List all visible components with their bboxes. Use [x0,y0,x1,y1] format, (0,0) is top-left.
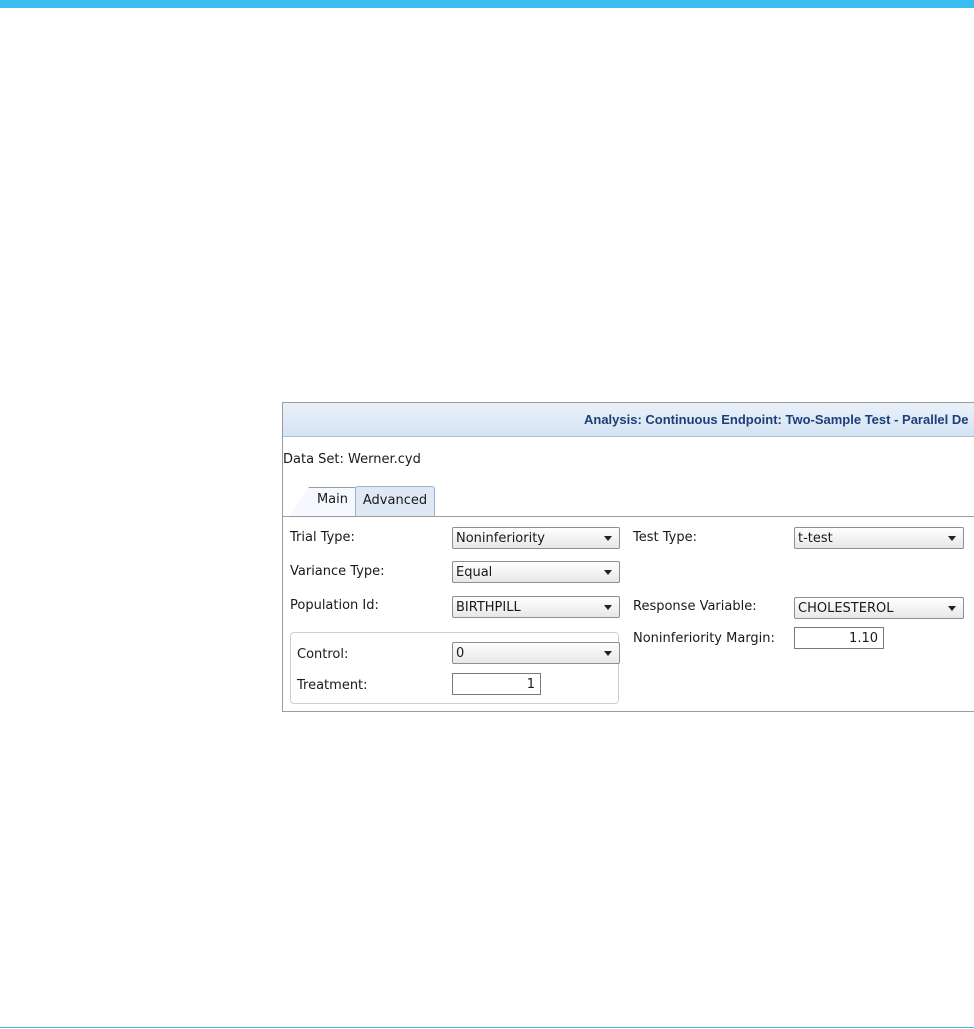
noninferiority-margin-input[interactable]: 1.10 [794,627,884,649]
population-id-value: BIRTHPILL [456,600,521,615]
chevron-down-icon [948,606,956,611]
tab-main[interactable]: Main [313,486,352,516]
chevron-down-icon [948,536,956,541]
trial-type-select[interactable]: Noninferiority [452,527,620,549]
treatment-label: Treatment: [297,678,368,693]
top-accent-bar [0,0,974,8]
variance-type-label: Variance Type: [290,564,385,579]
variance-type-value: Equal [456,565,493,580]
panel-header: Analysis: Continuous Endpoint: Two-Sampl… [283,403,974,437]
variance-type-select[interactable]: Equal [452,561,620,583]
population-id-select[interactable]: BIRTHPILL [452,596,620,618]
test-type-label: Test Type: [633,530,697,545]
response-variable-value: CHOLESTEROL [798,601,894,616]
control-value: 0 [456,646,465,661]
test-type-select[interactable]: t-test [794,527,964,549]
chevron-down-icon [604,651,612,656]
response-variable-select[interactable]: CHOLESTEROL [794,597,964,619]
test-type-value: t-test [798,531,833,546]
dataset-label: Data Set: Werner.cyd [283,452,421,467]
tab-advanced[interactable]: Advanced [355,486,435,516]
population-id-label: Population Id: [290,598,379,613]
panel-title: Analysis: Continuous Endpoint: Two-Sampl… [584,412,969,427]
noninferiority-margin-label: Noninferiority Margin: [633,631,775,646]
bottom-accent-line [0,1027,974,1028]
response-variable-label: Response Variable: [633,599,757,614]
treatment-input[interactable]: 1 [452,673,541,695]
trial-type-label: Trial Type: [290,530,355,545]
chevron-down-icon [604,570,612,575]
tab-divider [283,516,974,517]
analysis-panel: Analysis: Continuous Endpoint: Two-Sampl… [282,402,974,712]
chevron-down-icon [604,536,612,541]
control-label: Control: [297,647,349,662]
control-select[interactable]: 0 [452,642,620,664]
trial-type-value: Noninferiority [456,531,546,546]
chevron-down-icon [604,605,612,610]
